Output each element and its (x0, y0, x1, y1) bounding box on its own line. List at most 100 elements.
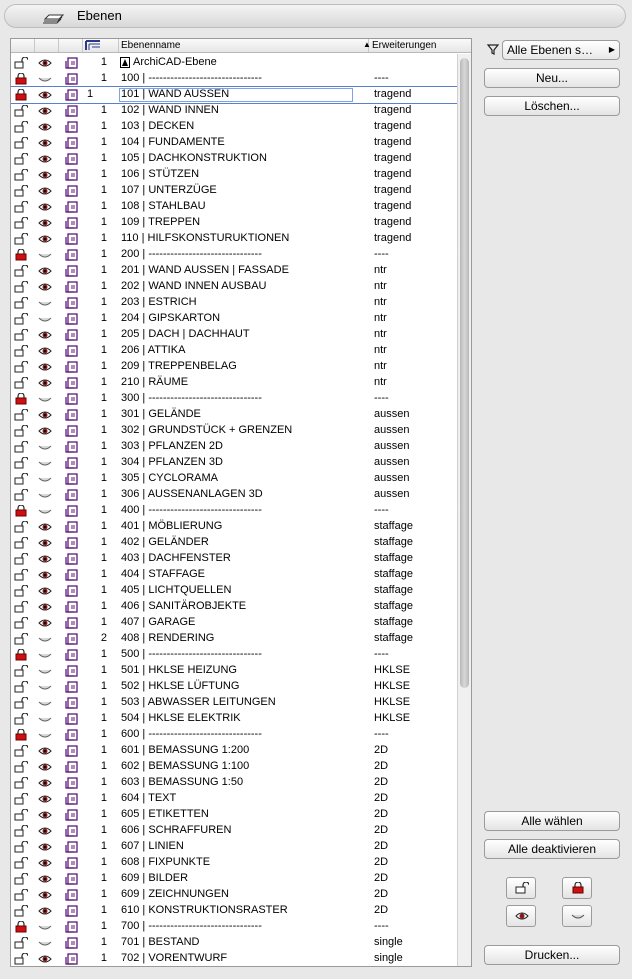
layer-row[interactable]: 1 200 | ------------------------------- --… (11, 247, 457, 263)
lock-toggle[interactable] (14, 248, 28, 261)
visibility-toggle[interactable] (38, 73, 52, 85)
lock-toggle[interactable] (14, 632, 29, 645)
lock-toggle[interactable] (14, 296, 29, 309)
layer-wireframe-toggle[interactable] (65, 681, 79, 693)
layer-row[interactable]: 1 305 | CYCLORAMA aussen (11, 471, 457, 487)
layer-wireframe-toggle[interactable] (65, 121, 79, 133)
lock-toggle[interactable] (14, 808, 29, 821)
visibility-toggle[interactable] (38, 313, 52, 325)
layer-wireframe-toggle[interactable] (65, 329, 79, 341)
visibility-toggle[interactable] (38, 713, 52, 725)
lock-toggle[interactable] (14, 376, 29, 389)
lock-toggle[interactable] (14, 648, 28, 661)
lock-toggle[interactable] (14, 520, 29, 533)
layer-wireframe-toggle[interactable] (65, 953, 79, 965)
layer-wireframe-toggle[interactable] (65, 201, 79, 213)
visibility-toggle[interactable] (38, 393, 52, 405)
layer-wireframe-toggle[interactable] (65, 921, 79, 933)
lock-toggle[interactable] (14, 168, 29, 181)
layer-row[interactable]: 1 600 | ------------------------------- --… (11, 727, 457, 743)
layer-row[interactable]: 1 108 | STAHLBAU tragend (11, 199, 457, 215)
layer-wireframe-toggle[interactable] (65, 169, 79, 181)
lock-toggle[interactable] (14, 392, 28, 405)
layer-wireframe-toggle[interactable] (65, 873, 79, 885)
visibility-toggle[interactable] (38, 249, 52, 261)
layer-wireframe-toggle[interactable] (65, 825, 79, 837)
layer-row[interactable]: 1 701 | BESTAND single (11, 935, 457, 951)
layer-row[interactable]: 1 400 | ------------------------------- --… (11, 503, 457, 519)
visibility-toggle[interactable] (38, 441, 52, 453)
layer-wireframe-toggle[interactable] (65, 473, 79, 485)
lock-toggle[interactable] (14, 840, 29, 853)
visibility-toggle[interactable] (38, 889, 52, 901)
visibility-toggle[interactable] (38, 777, 52, 789)
layer-row[interactable]: 1 606 | SCHRAFFUREN 2D (11, 823, 457, 839)
lock-toggle[interactable] (14, 344, 29, 357)
lock-toggle[interactable] (14, 792, 29, 805)
layer-wireframe-toggle[interactable] (65, 489, 79, 501)
visibility-toggle[interactable] (38, 793, 52, 805)
lock-toggle[interactable] (14, 360, 29, 373)
layer-wireframe-toggle[interactable] (65, 569, 79, 581)
layer-row[interactable]: 1 107 | UNTERZÜGE tragend (11, 183, 457, 199)
visibility-toggle[interactable] (38, 953, 52, 965)
layer-wireframe-toggle[interactable] (65, 761, 79, 773)
visibility-toggle[interactable] (38, 57, 52, 69)
layer-row[interactable]: 1 500 | ------------------------------- --… (11, 647, 457, 663)
layer-wireframe-toggle[interactable] (65, 73, 79, 85)
layer-row[interactable]: 1 203 | ESTRICH ntr (11, 295, 457, 311)
lock-toggle[interactable] (14, 760, 29, 773)
visibility-toggle[interactable] (38, 297, 52, 309)
visibility-toggle[interactable] (38, 617, 52, 629)
layer-wireframe-toggle[interactable] (65, 521, 79, 533)
visibility-toggle[interactable] (38, 681, 52, 693)
lock-toggle[interactable] (14, 728, 28, 741)
layer-row[interactable]: 1 501 | HKLSE HEIZUNG HKLSE (11, 663, 457, 679)
lock-toggle[interactable] (14, 712, 29, 725)
layer-wireframe-toggle[interactable] (65, 649, 79, 661)
visibility-toggle[interactable] (38, 601, 52, 613)
layer-wireframe-toggle[interactable] (65, 617, 79, 629)
visibility-toggle[interactable] (38, 121, 52, 133)
visibility-toggle[interactable] (38, 473, 52, 485)
lock-column-header[interactable] (11, 39, 35, 52)
vertical-scrollbar[interactable] (457, 54, 471, 966)
unlock-all-button[interactable] (506, 877, 536, 899)
extension-column-header[interactable]: Erweiterungen (369, 39, 457, 52)
layer-row[interactable]: 1 401 | MÖBLIERUNG staffage (11, 519, 457, 535)
lock-toggle[interactable] (14, 264, 29, 277)
layer-set-column-header[interactable] (59, 39, 83, 52)
layer-wireframe-toggle[interactable] (65, 441, 79, 453)
lock-toggle[interactable] (14, 216, 29, 229)
layer-wireframe-toggle[interactable] (65, 745, 79, 757)
layer-wireframe-toggle[interactable] (65, 217, 79, 229)
lock-toggle[interactable] (14, 664, 29, 677)
visibility-toggle[interactable] (38, 761, 52, 773)
visibility-toggle[interactable] (38, 569, 52, 581)
layer-list[interactable]: Ebenenname ▲ Erweiterungen 1 ArchiCAD-Ebe… (10, 38, 472, 967)
layer-wireframe-toggle[interactable] (65, 137, 79, 149)
layer-row[interactable]: 1 101 | WAND AUSSEN tragend (11, 86, 458, 104)
visibility-toggle[interactable] (38, 185, 52, 197)
lock-toggle[interactable] (14, 200, 29, 213)
layer-row[interactable]: 1 204 | GIPSKARTON ntr (11, 311, 457, 327)
visibility-toggle[interactable] (38, 745, 52, 757)
lock-toggle[interactable] (14, 232, 29, 245)
lock-toggle[interactable] (14, 680, 29, 693)
show-all-button[interactable] (506, 905, 536, 927)
lock-toggle[interactable] (14, 56, 29, 69)
layer-row[interactable]: 1 504 | HKLSE ELEKTRIK HKLSE (11, 711, 457, 727)
layer-wireframe-toggle[interactable] (65, 105, 79, 117)
print-button[interactable]: Drucken... (484, 945, 620, 965)
layer-wireframe-toggle[interactable] (65, 905, 79, 917)
layer-wireframe-toggle[interactable] (65, 361, 79, 373)
deactivate-all-button[interactable]: Alle deaktivieren (484, 839, 620, 859)
layer-wireframe-toggle[interactable] (65, 857, 79, 869)
layer-row[interactable]: 1 202 | WAND INNEN AUSBAU ntr (11, 279, 457, 295)
layer-wireframe-toggle[interactable] (65, 409, 79, 421)
layer-row[interactable]: 1 402 | GELÄNDER staffage (11, 535, 457, 551)
lock-toggle[interactable] (14, 776, 29, 789)
layer-row[interactable]: 1 209 | TREPPENBELAG ntr (11, 359, 457, 375)
layer-wireframe-toggle[interactable] (65, 281, 79, 293)
visibility-toggle[interactable] (38, 89, 52, 101)
